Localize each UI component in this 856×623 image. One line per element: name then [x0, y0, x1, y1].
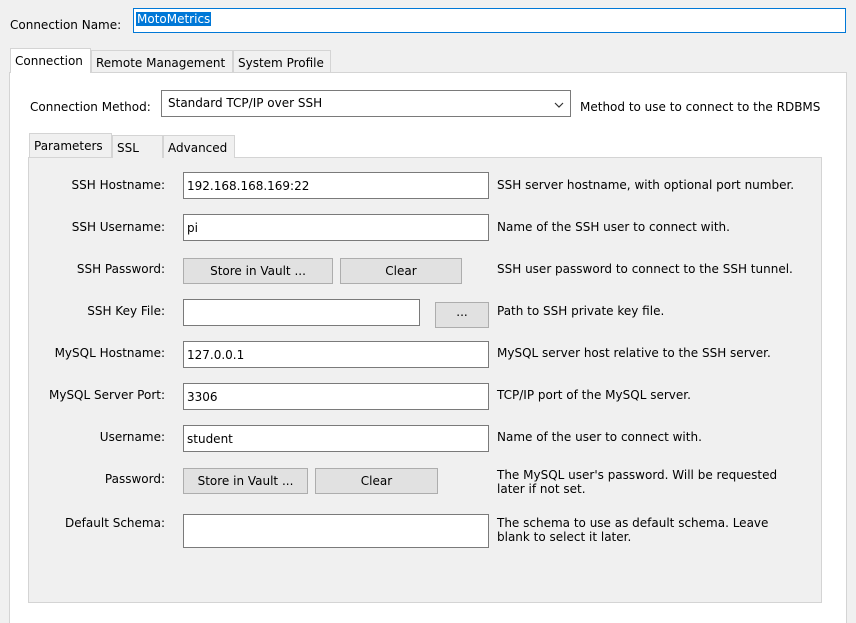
ssh-store-in-vault-button[interactable]: Store in Vault ... — [183, 258, 333, 284]
ssh-key-file-input[interactable] — [183, 299, 420, 326]
connection-name-label: Connection Name: — [10, 18, 122, 32]
default-schema-hint-line1: The schema to use as default schema. Lea… — [497, 516, 769, 530]
mysql-hostname-hint: MySQL server host relative to the SSH se… — [497, 346, 771, 360]
ssh-hostname-hint: SSH server hostname, with optional port … — [497, 178, 795, 192]
connection-method-value: Standard TCP/IP over SSH — [168, 96, 323, 110]
default-schema-hint-line2: blank to select it later. — [497, 530, 632, 544]
connection-method-label: Connection Method: — [30, 100, 151, 114]
tab-parameters[interactable]: Parameters — [29, 133, 112, 158]
connection-name-value: MotoMetrics — [136, 12, 212, 26]
username-label: Username: — [99, 430, 165, 444]
store-in-vault-button[interactable]: Store in Vault ... — [183, 468, 308, 494]
mysql-hostname-label: MySQL Hostname: — [54, 346, 165, 360]
mysql-port-hint: TCP/IP port of the MySQL server. — [497, 388, 691, 402]
ssh-hostname-input[interactable]: 192.168.168.169:22 — [183, 172, 489, 199]
ssh-username-input[interactable]: pi — [183, 214, 489, 241]
ssh-username-label: SSH Username: — [71, 220, 165, 234]
default-schema-label: Default Schema: — [65, 516, 165, 530]
tab-advanced[interactable]: Advanced — [163, 135, 235, 158]
password-label: Password: — [104, 472, 165, 486]
default-schema-input[interactable] — [183, 514, 489, 548]
tab-ssl[interactable]: SSL — [112, 135, 163, 158]
username-input[interactable]: student — [183, 425, 489, 452]
ssh-key-file-label: SSH Key File: — [87, 304, 165, 318]
mysql-port-input[interactable]: 3306 — [183, 383, 489, 410]
ssh-key-file-browse-button[interactable]: ... — [435, 302, 489, 328]
clear-button[interactable]: Clear — [315, 468, 438, 494]
connection-name-input[interactable]: MotoMetrics — [133, 8, 846, 33]
tab-remote-management[interactable]: Remote Management — [91, 50, 233, 73]
chevron-down-icon — [554, 98, 564, 112]
ssh-password-label: SSH Password: — [76, 262, 165, 276]
mysql-hostname-input[interactable]: 127.0.0.1 — [183, 341, 489, 368]
username-hint: Name of the user to connect with. — [497, 430, 702, 444]
ssh-password-hint: SSH user password to connect to the SSH … — [497, 262, 793, 276]
tab-connection[interactable]: Connection — [10, 48, 91, 73]
connection-method-hint: Method to use to connect to the RDBMS — [580, 100, 821, 114]
password-hint-line2: later if not set. — [497, 482, 586, 496]
ssh-hostname-label: SSH Hostname: — [71, 178, 165, 192]
ssh-username-hint: Name of the SSH user to connect with. — [497, 220, 730, 234]
mysql-port-label: MySQL Server Port: — [48, 388, 165, 402]
password-hint-line1: The MySQL user's password. Will be reque… — [497, 468, 778, 482]
ssh-key-file-hint: Path to SSH private key file. — [497, 304, 665, 318]
connection-method-select[interactable]: Standard TCP/IP over SSH — [161, 90, 571, 117]
ssh-clear-button[interactable]: Clear — [340, 258, 462, 284]
tab-system-profile[interactable]: System Profile — [233, 50, 331, 73]
